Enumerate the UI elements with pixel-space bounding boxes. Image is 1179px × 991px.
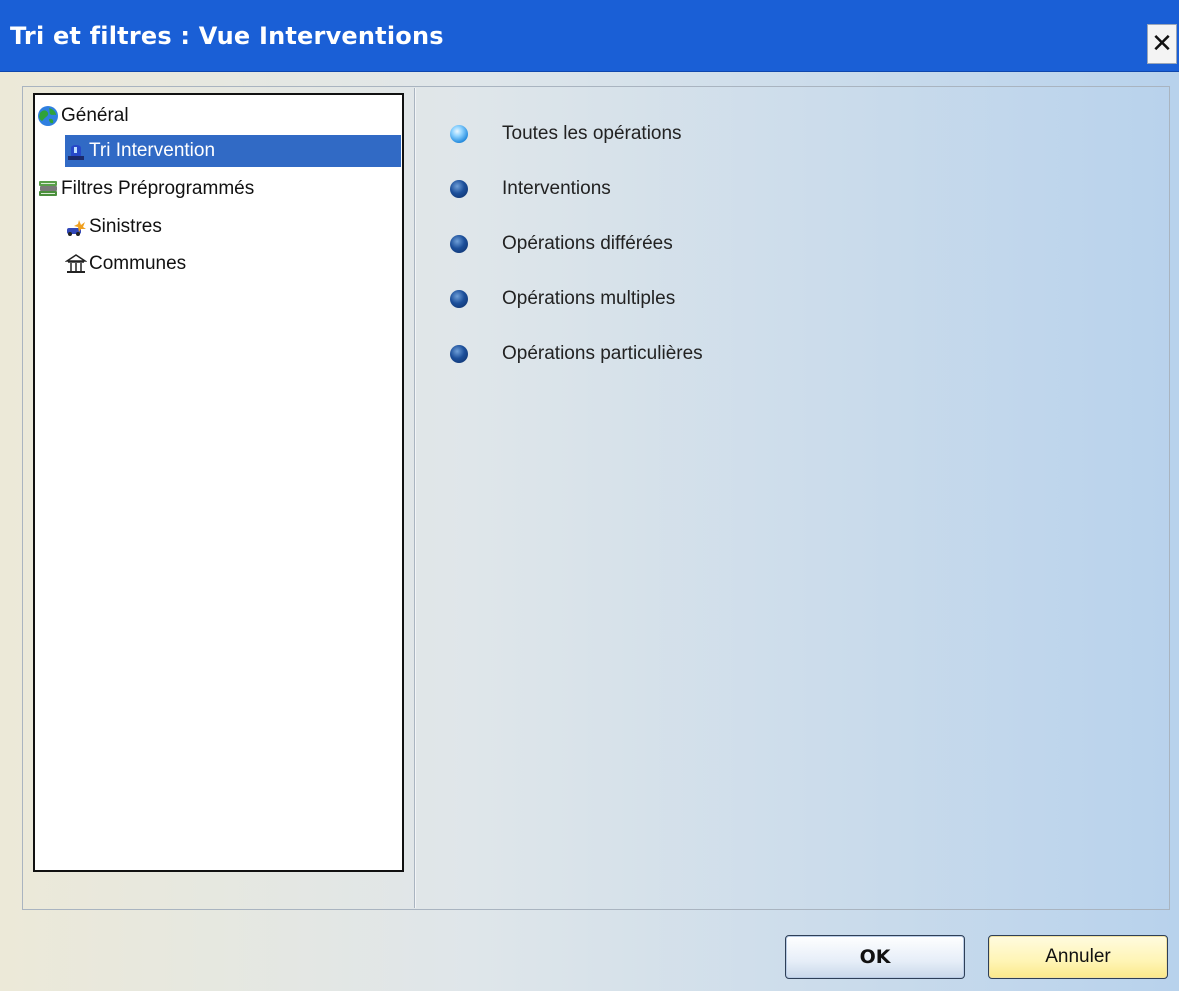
radio-icon[interactable]	[450, 290, 468, 308]
cancel-button[interactable]: Annuler	[988, 935, 1168, 979]
option-label: Interventions	[502, 178, 611, 199]
tree-item-label: Filtres Préprogrammés	[61, 178, 255, 199]
option-operations-particulieres[interactable]: Opérations particulières	[450, 339, 703, 369]
navigation-tree[interactable]: Général Tri Intervention Filtres Préprog…	[33, 93, 404, 872]
tree-item-filtres-preprogrammes[interactable]: Filtres Préprogrammés	[37, 173, 254, 205]
radio-icon[interactable]	[450, 235, 468, 253]
option-label: Opérations différées	[502, 233, 673, 254]
option-operations-differees[interactable]: Opérations différées	[450, 229, 673, 259]
tree-item-tri-intervention[interactable]: Tri Intervention	[65, 135, 401, 167]
ok-button[interactable]: OK	[785, 935, 965, 979]
window-title: Tri et filtres : Vue Interventions	[10, 22, 444, 50]
globe-icon	[37, 105, 59, 127]
radio-icon[interactable]	[450, 345, 468, 363]
tree-item-label: Tri Intervention	[89, 140, 216, 161]
option-label: Toutes les opérations	[502, 123, 682, 144]
close-button[interactable]: ✕	[1147, 24, 1177, 64]
panel-divider	[414, 88, 416, 908]
close-icon: ✕	[1151, 29, 1173, 59]
incident-icon	[65, 216, 87, 238]
radio-selected-icon[interactable]	[450, 125, 468, 143]
option-operations-multiples[interactable]: Opérations multiples	[450, 284, 675, 314]
option-label: Opérations multiples	[502, 288, 676, 309]
tree-item-general[interactable]: Général	[37, 100, 129, 132]
tree-item-sinistres[interactable]: Sinistres	[65, 211, 162, 243]
radio-icon[interactable]	[450, 180, 468, 198]
option-interventions[interactable]: Interventions	[450, 174, 611, 204]
option-toutes-les-operations[interactable]: Toutes les opérations	[450, 119, 682, 149]
tree-item-label: Sinistres	[89, 216, 162, 237]
title-bar[interactable]: Tri et filtres : Vue Interventions ✕	[0, 0, 1179, 72]
option-label: Opérations particulières	[502, 343, 703, 364]
town-hall-icon	[65, 253, 87, 275]
tree-item-communes[interactable]: Communes	[65, 248, 186, 280]
beacon-icon	[65, 140, 87, 162]
tree-item-label: Communes	[89, 253, 187, 274]
tree-item-label: Général	[61, 105, 129, 126]
books-icon	[37, 178, 59, 200]
